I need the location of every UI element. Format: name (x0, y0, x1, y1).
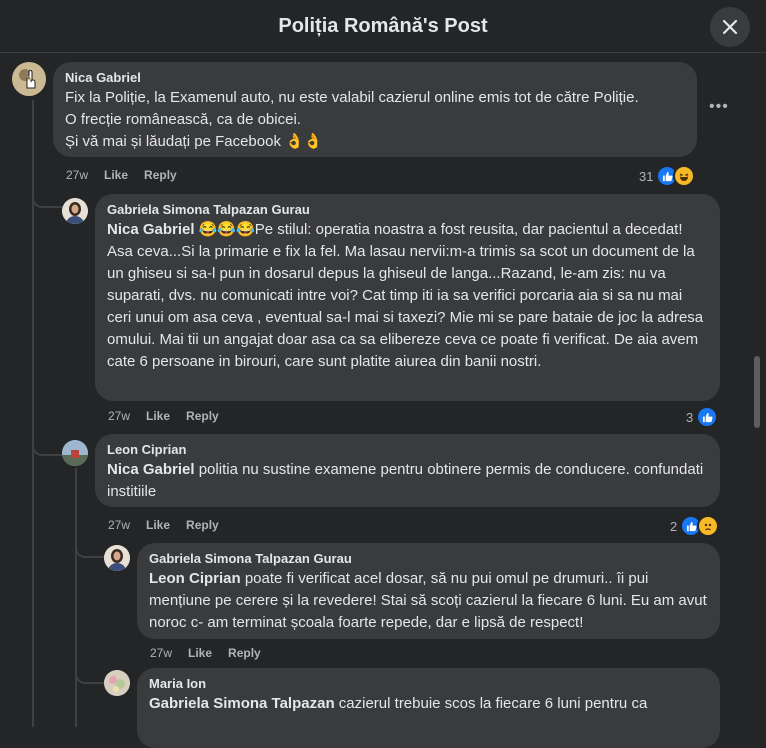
comment-bubble: Gabriela Simona Talpazan Gurau Nica Gabr… (95, 194, 720, 401)
post-header: Poliția Română's Post (0, 0, 766, 53)
reaction-summary[interactable]: 2 (670, 515, 720, 537)
comment-bubble: Nica Gabriel Fix la Poliție, la Examenul… (53, 62, 697, 157)
comment-text: Gabriela Simona Talpazan cazierul trebui… (149, 693, 708, 715)
close-icon (722, 19, 738, 35)
comment-body: cazierul trebuie scos la fiecare 6 luni … (334, 695, 648, 712)
mention-link[interactable]: Nica Gabriel (107, 461, 195, 478)
thread-connector (75, 542, 107, 558)
post-title: Poliția Română's Post (278, 14, 488, 37)
reply-button[interactable]: Reply (186, 409, 219, 423)
avatar-image (104, 670, 130, 696)
comment-line: Și vă mai și lăudați pe Facebook 👌👌 (65, 133, 323, 150)
reaction-summary[interactable]: 31 (639, 165, 696, 187)
avatar-image (104, 545, 130, 571)
avatar[interactable] (12, 62, 46, 96)
thread-connector (75, 664, 107, 684)
more-options-icon[interactable]: ••• (709, 98, 731, 120)
comment-line: O frecție românească, ca de obicei. (65, 111, 301, 128)
avatar-image (12, 62, 46, 96)
avatar-image (62, 440, 88, 466)
mention-link[interactable]: Gabriela Simona Talpazan (149, 695, 335, 712)
comment-author[interactable]: Leon Ciprian (107, 442, 708, 457)
reply-button[interactable]: Reply (228, 646, 261, 660)
reply-button[interactable]: Reply (144, 168, 177, 182)
comment-body: politia nu sustine examene pentru obtine… (107, 461, 704, 500)
avatar[interactable] (62, 198, 88, 224)
comment-author[interactable]: Maria Ion (149, 676, 708, 691)
emoji-group: 😂😂😂 (198, 221, 255, 238)
comment-time[interactable]: 27w (66, 168, 88, 182)
close-button[interactable] (710, 7, 750, 47)
like-button[interactable]: Like (146, 518, 170, 532)
comment-bubble: Maria Ion Gabriela Simona Talpazan cazie… (137, 668, 720, 748)
comment-text: Nica Gabriel 😂😂😂Pe stilul: operatia noas… (107, 219, 708, 373)
avatar[interactable] (104, 545, 130, 571)
comment-author[interactable]: Nica Gabriel (65, 70, 685, 85)
reaction-count: 3 (686, 409, 694, 425)
haha-reaction-icon (673, 165, 696, 187)
comment-time[interactable]: 27w (150, 646, 172, 660)
thread-connector (32, 440, 64, 456)
comment-author[interactable]: Gabriela Simona Talpazan Gurau (107, 202, 708, 217)
comment-actions: 27w Like Reply (150, 646, 261, 660)
thread-line (75, 468, 77, 727)
comment-actions: 27w Like Reply (108, 409, 219, 423)
avatar[interactable] (62, 440, 88, 466)
comment-actions: 27w Like Reply (108, 518, 219, 532)
comment-text: Leon Ciprian poate fi verificat acel dos… (149, 568, 708, 634)
like-button[interactable]: Like (104, 168, 128, 182)
like-reaction-icon (696, 406, 719, 428)
like-button[interactable]: Like (146, 409, 170, 423)
comment-body: Pe stilul: operatia noastra a fost reusi… (107, 221, 704, 370)
reaction-count: 31 (639, 168, 654, 184)
comment-line: Fix la Poliție, la Examenul auto, nu est… (65, 89, 639, 106)
mention-link[interactable]: Leon Ciprian (149, 570, 241, 587)
comment-time[interactable]: 27w (108, 409, 130, 423)
thread-connector (32, 190, 64, 208)
comment-text: Nica Gabriel politia nu sustine examene … (107, 459, 708, 503)
comment-bubble: Leon Ciprian Nica Gabriel politia nu sus… (95, 434, 720, 507)
reaction-summary[interactable]: 3 (686, 406, 719, 428)
avatar-image (62, 198, 88, 224)
like-button[interactable]: Like (188, 646, 212, 660)
scrollbar-thumb[interactable] (754, 356, 760, 428)
sad-reaction-icon (697, 515, 720, 537)
avatar[interactable] (104, 670, 130, 696)
reply-button[interactable]: Reply (186, 518, 219, 532)
comment-author[interactable]: Gabriela Simona Talpazan Gurau (149, 551, 708, 566)
reaction-count: 2 (670, 518, 678, 534)
mention-link[interactable]: Nica Gabriel (107, 221, 195, 238)
comment-time[interactable]: 27w (108, 518, 130, 532)
comment-actions: 27w Like Reply (66, 168, 177, 182)
comment-bubble: Gabriela Simona Talpazan Gurau Leon Cipr… (137, 543, 720, 639)
